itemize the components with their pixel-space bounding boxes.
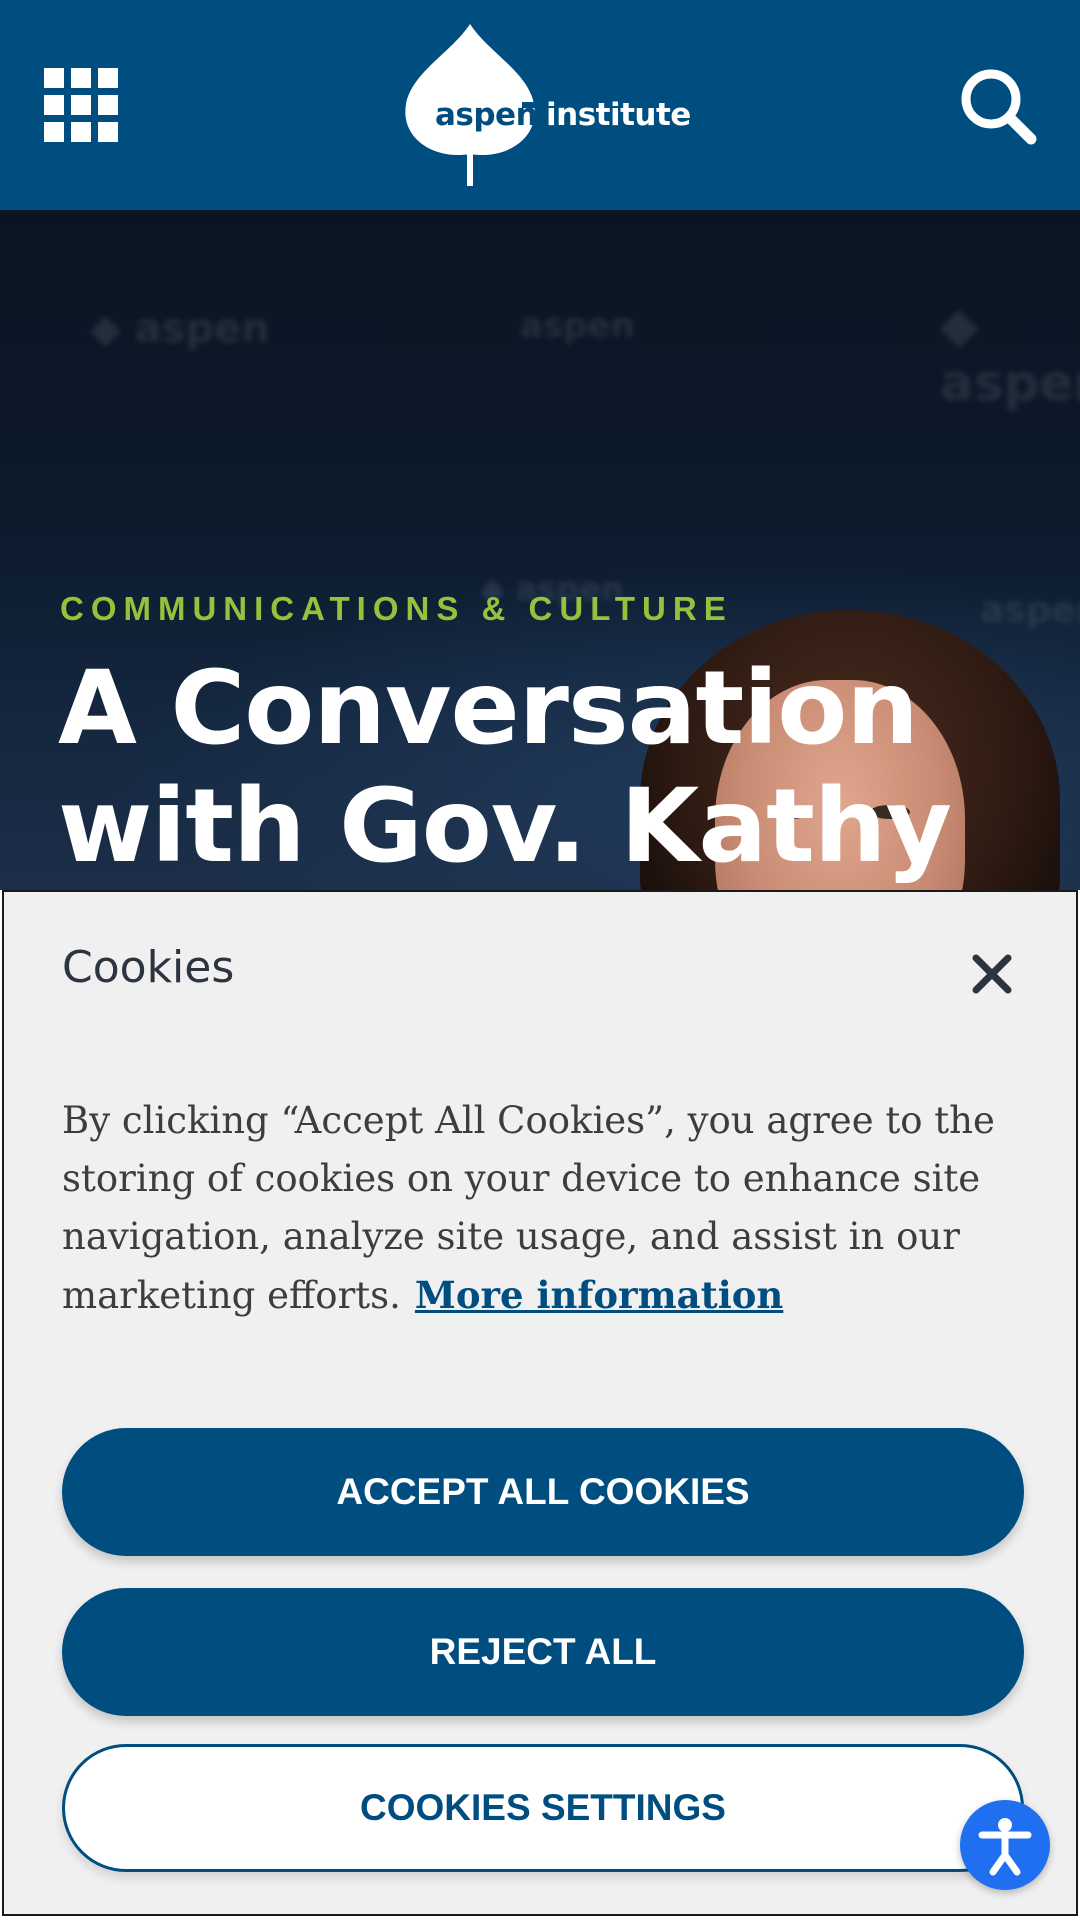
grid-dot [98, 68, 118, 88]
aspen-institute-logo[interactable]: aspen institute [400, 18, 691, 190]
search-icon [961, 69, 1037, 145]
accept-all-cookies-button[interactable]: ACCEPT ALL COOKIES [62, 1428, 1024, 1556]
grid-dot [71, 122, 91, 142]
page-title: A Conversation with Gov. Kathy [58, 649, 952, 886]
logo-word-aspen: aspen [435, 97, 538, 133]
category-label[interactable]: COMMUNICATIONS & CULTURE [60, 590, 733, 628]
backdrop-logo-blur: ◆ aspen [940, 296, 1080, 412]
accessibility-button[interactable] [960, 1800, 1050, 1890]
close-icon [972, 954, 1012, 994]
more-information-link[interactable]: More information [415, 1273, 783, 1317]
search-button[interactable] [958, 66, 1038, 146]
grid-dot [98, 95, 118, 115]
hero-section: ◆ aspen aspen ◆ aspen ◆ aspen aspen COMM… [0, 210, 1080, 890]
grid-dot [98, 122, 118, 142]
cookie-consent-dialog: Cookies By clicking “Accept All Cookies”… [2, 890, 1078, 1916]
logo-word-institute: institute [546, 97, 691, 133]
site-header: aspen institute [0, 0, 1080, 210]
backdrop-logo-blur: ◆ aspen [90, 306, 270, 352]
reject-all-button[interactable]: REJECT ALL [62, 1588, 1024, 1716]
backdrop-logo-blur: aspen [520, 306, 635, 346]
close-button[interactable] [970, 952, 1014, 996]
grid-dot [71, 68, 91, 88]
cookie-dialog-title: Cookies [62, 942, 235, 993]
cookie-description: By clicking “Accept All Cookies”, you ag… [62, 1092, 1022, 1325]
accessibility-icon [978, 1818, 1032, 1876]
grid-dot [71, 95, 91, 115]
grid-dot [44, 122, 64, 142]
grid-menu-icon[interactable] [44, 68, 118, 142]
cookies-settings-button[interactable]: COOKIES SETTINGS [62, 1744, 1024, 1872]
grid-dot [44, 68, 64, 88]
grid-dot [44, 95, 64, 115]
